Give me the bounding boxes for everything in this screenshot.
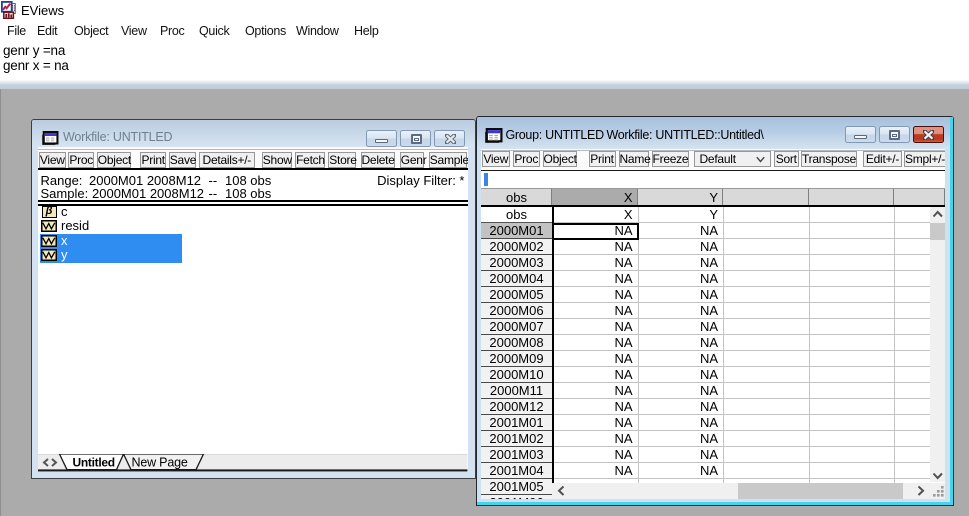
svg-text:New Page: New Page — [132, 455, 188, 469]
svg-text:Untitled: Untitled — [73, 455, 115, 469]
